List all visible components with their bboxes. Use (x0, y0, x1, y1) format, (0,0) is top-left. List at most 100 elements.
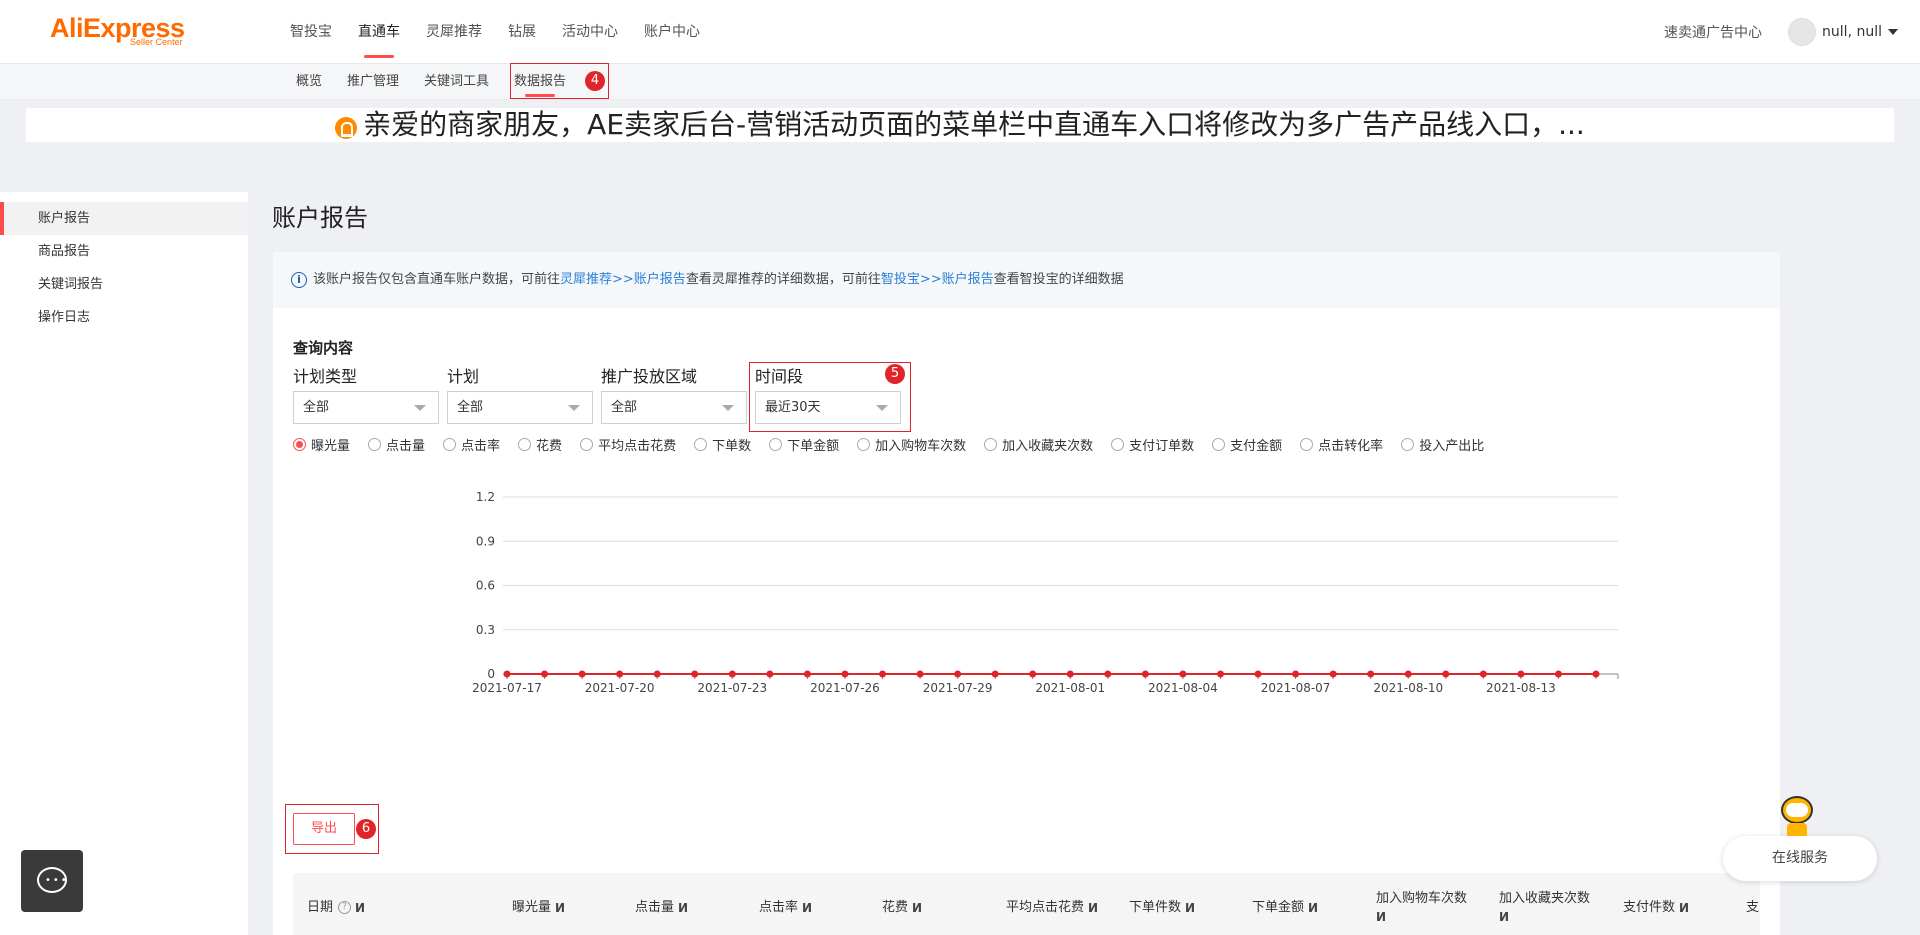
filter-label: 推广投放区域 (601, 367, 698, 386)
sort-icon[interactable]: И (1185, 899, 1195, 917)
sort-icon[interactable]: И (802, 899, 812, 917)
sort-icon[interactable]: И (1376, 908, 1386, 926)
ad-center-link[interactable]: 速卖通广告中心 (1664, 22, 1762, 42)
sort-icon[interactable]: И (912, 899, 922, 917)
x-tick-label: 2021-07-29 (923, 681, 993, 695)
metric-radio[interactable]: 支付订单数 (1111, 435, 1194, 454)
nav-lingxi[interactable]: 灵犀推荐 (426, 0, 482, 64)
th-paid-items[interactable]: 支付件数 И (1623, 873, 1689, 935)
nav-zhitongche[interactable]: 直通车 (358, 0, 400, 64)
data-point (653, 670, 661, 678)
main-nav: 智投宝 直通车 灵犀推荐 钻展 活动中心 账户中心 (290, 0, 726, 64)
link-zhitoubao-report[interactable]: 智投宝>>账户报告 (881, 272, 994, 287)
sidebar-item-account-report[interactable]: 账户报告 (0, 202, 248, 235)
sort-icon[interactable]: И (1679, 899, 1689, 917)
metric-radio[interactable]: 投入产出比 (1401, 435, 1484, 454)
sort-icon[interactable]: И (1088, 899, 1098, 917)
radio-dot (368, 438, 382, 451)
metric-radio-group: 曝光量 点击量 点击率 花费 平均点击花费 下单数 下单金额 加入购物车次数 加… (293, 435, 1502, 454)
metric-radio[interactable]: 支付金额 (1212, 435, 1282, 454)
sort-icon[interactable]: И (1499, 908, 1509, 926)
data-point (541, 670, 549, 678)
metric-radio[interactable]: 曝光量 (293, 435, 350, 454)
link-lingxi-report[interactable]: 灵犀推荐>>账户报告 (560, 272, 686, 287)
data-point (1517, 670, 1525, 678)
select-value: 全部 (611, 400, 638, 415)
trend-line-chart: 0 0.3 0.6 0.9 1.2 2021-07-17 2021-07-20 2021-07… (472, 490, 1619, 695)
announcement-banner[interactable]: 亲爱的商家朋友，AE卖家后台-营销活动页面的菜单栏中直通车入口将修改为多广告产品… (26, 108, 1894, 142)
annotation-badge-5: 5 (885, 364, 905, 384)
help-icon[interactable]: ? (338, 901, 352, 914)
plan-select[interactable]: 全部 (447, 391, 593, 424)
data-point (616, 670, 624, 678)
data-point (1141, 670, 1149, 678)
info-icon: i (291, 271, 307, 288)
th-date[interactable]: 日期? И (307, 873, 365, 935)
y-tick-label: 0.6 (476, 579, 495, 593)
aliexpress-logo[interactable]: AliExpress Seller Center (50, 14, 185, 47)
robot-body (1787, 823, 1807, 836)
user-menu[interactable]: null, null (1822, 24, 1898, 40)
data-point (578, 670, 586, 678)
nav-account-center[interactable]: 账户中心 (644, 0, 700, 64)
x-tick-label: 2021-07-23 (697, 681, 767, 695)
sort-icon[interactable]: И (1308, 899, 1318, 917)
data-point (1104, 670, 1112, 678)
th-ctr[interactable]: 点击率 И (759, 873, 812, 935)
data-point (1442, 670, 1450, 678)
th-truncated[interactable]: 支 (1746, 873, 1759, 935)
radio-dot (1212, 438, 1226, 451)
th-order-amount[interactable]: 下单金额 И (1252, 873, 1318, 935)
filter-label: 计划 (447, 367, 480, 386)
subnav-overview[interactable]: 概览 (296, 64, 322, 100)
metric-radio[interactable]: 下单数 (694, 435, 751, 454)
avatar[interactable] (1788, 18, 1817, 46)
sidebar-item-product-report[interactable]: 商品报告 (0, 235, 248, 268)
y-tick-label: 1.2 (476, 490, 495, 504)
online-service-button[interactable]: 在线服务 (1723, 836, 1877, 881)
robot-mascot-icon[interactable] (1777, 790, 1817, 836)
th-impressions[interactable]: 曝光量 И (512, 873, 565, 935)
select-value: 全部 (303, 400, 330, 415)
sort-icon[interactable]: И (355, 899, 365, 917)
th-cost[interactable]: 花费 И (882, 873, 922, 935)
sidebar-item-operation-log[interactable]: 操作日志 (0, 301, 248, 334)
data-point (503, 670, 511, 678)
nav-zhitoubao[interactable]: 智投宝 (290, 0, 332, 64)
metric-radio[interactable]: 点击量 (368, 435, 425, 454)
subnav-promotion-management[interactable]: 推广管理 (347, 64, 399, 100)
radio-dot (769, 438, 783, 451)
th-add-to-cart[interactable]: 加入购物车次数 И (1376, 873, 1476, 935)
sidebar-item-keyword-report[interactable]: 关键词报告 (0, 268, 248, 301)
th-avg-cpc[interactable]: 平均点击花费 И (1006, 873, 1098, 935)
annotation-badge-4: 4 (585, 71, 605, 91)
radio-dot (580, 438, 594, 451)
metric-radio[interactable]: 加入购物车次数 (857, 435, 966, 454)
metric-radio[interactable]: 下单金额 (769, 435, 839, 454)
nav-zuanzhan[interactable]: 钻展 (508, 0, 536, 64)
data-point (1029, 670, 1037, 678)
page-title: 账户报告 (272, 204, 368, 232)
nav-activity-center[interactable]: 活动中心 (562, 0, 618, 64)
th-order-items[interactable]: 下单件数 И (1129, 873, 1195, 935)
metric-radio[interactable]: 点击转化率 (1300, 435, 1383, 454)
data-point (803, 670, 811, 678)
region-select[interactable]: 全部 (601, 391, 747, 424)
x-tick-label: 2021-08-01 (1035, 681, 1105, 695)
plan-type-select[interactable]: 全部 (293, 391, 439, 424)
metric-radio[interactable]: 平均点击花费 (580, 435, 676, 454)
chevron-down-icon (568, 405, 580, 411)
data-point (1592, 670, 1600, 678)
data-point (1292, 670, 1300, 678)
th-add-to-wishlist[interactable]: 加入收藏夹次数 И (1499, 873, 1599, 935)
filter-plan-type: 计划类型 全部 (293, 366, 439, 424)
banner-text: 亲爱的商家朋友，AE卖家后台-营销活动页面的菜单栏中直通车入口将修改为多广告产品… (363, 108, 1585, 141)
metric-radio[interactable]: 花费 (518, 435, 562, 454)
metric-radio[interactable]: 加入收藏夹次数 (984, 435, 1093, 454)
subnav-keyword-tool[interactable]: 关键词工具 (424, 64, 489, 100)
metric-radio[interactable]: 点击率 (443, 435, 500, 454)
sort-icon[interactable]: И (678, 899, 688, 917)
th-clicks[interactable]: 点击量 И (635, 873, 688, 935)
chat-button[interactable]: ••• (21, 850, 83, 912)
sort-icon[interactable]: И (555, 899, 565, 917)
